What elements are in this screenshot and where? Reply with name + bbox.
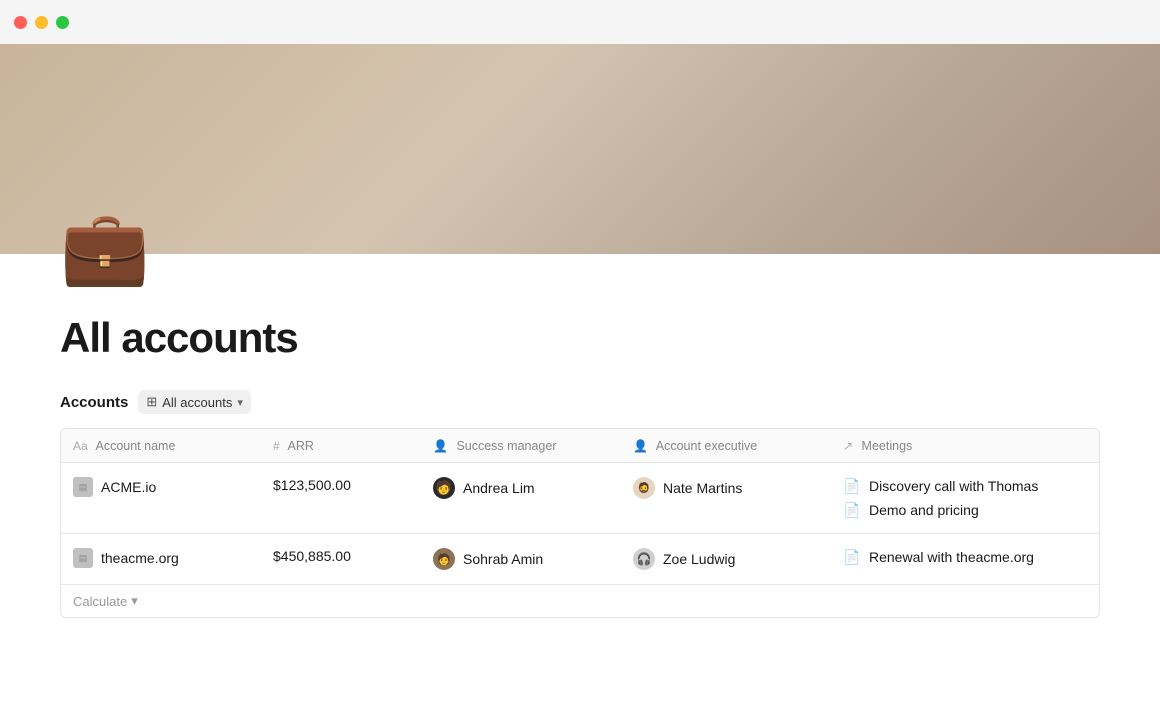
calculate-cell[interactable]: Calculate ▾: [61, 585, 1100, 618]
col-header-meetings[interactable]: ↗ Meetings: [831, 429, 1100, 463]
text-icon: Aa: [73, 439, 88, 453]
avatar-nate-martins: 🧔: [633, 477, 655, 499]
cell-meetings-2[interactable]: 📄 Renewal with theacme.org: [831, 534, 1100, 585]
col-header-success-manager[interactable]: 👤 Success manager: [421, 429, 621, 463]
success-manager-name-1: Andrea Lim: [463, 480, 535, 496]
arr-value-1: $123,500.00: [273, 477, 351, 493]
cell-meetings-1[interactable]: 📄 Discovery call with Thomas 📄 Demo and …: [831, 463, 1100, 534]
close-button[interactable]: [14, 16, 27, 29]
titlebar: [0, 0, 1160, 44]
person-icon: 👤: [433, 439, 448, 453]
account-executive-name-1: Nate Martins: [663, 480, 742, 496]
cell-arr-2: $450,885.00: [261, 534, 421, 585]
calculate-chevron-icon: ▾: [131, 593, 138, 609]
calculate-label: Calculate: [73, 594, 127, 609]
table-row[interactable]: ▤ ACME.io $123,500.00 🧑 Andrea L: [61, 463, 1100, 534]
view-switcher[interactable]: ⊞ All accounts ▾: [138, 390, 251, 414]
hero-banner: 💼: [0, 44, 1160, 254]
cell-arr-1: $123,500.00: [261, 463, 421, 534]
account-page-icon-2: ▤: [73, 548, 93, 568]
avatar-andrea-lim: 🧑: [433, 477, 455, 499]
account-page-icon-1: ▤: [73, 477, 93, 497]
table-row[interactable]: ▤ theacme.org $450,885.00 🧑 Sohr: [61, 534, 1100, 585]
cell-account-name-1[interactable]: ▤ ACME.io: [61, 463, 261, 534]
meeting-1-row1: Discovery call with Thomas: [869, 478, 1038, 494]
meeting-2-row1: Demo and pricing: [869, 502, 979, 518]
page-title: All accounts: [60, 314, 1100, 362]
grid-icon: ⊞: [146, 394, 157, 410]
arr-value-2: $450,885.00: [273, 548, 351, 564]
cell-success-manager-2[interactable]: 🧑 Sohrab Amin: [421, 534, 621, 585]
col-header-arr[interactable]: # ARR: [261, 429, 421, 463]
cell-success-manager-1[interactable]: 🧑 Andrea Lim: [421, 463, 621, 534]
arrow-icon: ↗: [843, 439, 853, 453]
account-executive-name-2: Zoe Ludwig: [663, 551, 735, 567]
avatar-sohrab-amin: 🧑: [433, 548, 455, 570]
meeting-1-row2: Renewal with theacme.org: [869, 549, 1034, 565]
cell-account-executive-2[interactable]: 🎧 Zoe Ludwig: [621, 534, 831, 585]
minimize-button[interactable]: [35, 16, 48, 29]
hash-icon: #: [273, 439, 280, 453]
calculate-row[interactable]: Calculate ▾: [61, 585, 1100, 618]
col-header-account-executive[interactable]: 👤 Account executive: [621, 429, 831, 463]
cell-account-name-2[interactable]: ▤ theacme.org: [61, 534, 261, 585]
accounts-header: Accounts ⊞ All accounts ▾: [60, 390, 1100, 414]
accounts-section-label: Accounts: [60, 394, 128, 411]
table-header-row: Aa Account name # ARR 👤 Success manager …: [61, 429, 1100, 463]
success-manager-name-2: Sohrab Amin: [463, 551, 543, 567]
avatar-zoe-ludwig: 🎧: [633, 548, 655, 570]
person-icon-2: 👤: [633, 439, 648, 453]
cell-account-executive-1[interactable]: 🧔 Nate Martins: [621, 463, 831, 534]
meeting-doc-icon-3: 📄: [843, 548, 861, 566]
accounts-table: Aa Account name # ARR 👤 Success manager …: [60, 428, 1100, 618]
account-name-1: ACME.io: [101, 479, 156, 495]
main-content: All accounts Accounts ⊞ All accounts ▾ A…: [0, 254, 1160, 638]
view-switcher-label: All accounts: [162, 395, 232, 410]
meeting-doc-icon-1: 📄: [843, 477, 861, 495]
maximize-button[interactable]: [56, 16, 69, 29]
meeting-doc-icon-2: 📄: [843, 501, 861, 519]
col-header-account-name[interactable]: Aa Account name: [61, 429, 261, 463]
page-icon: 💼: [60, 212, 150, 284]
chevron-down-icon: ▾: [237, 396, 243, 409]
account-name-2: theacme.org: [101, 550, 179, 566]
